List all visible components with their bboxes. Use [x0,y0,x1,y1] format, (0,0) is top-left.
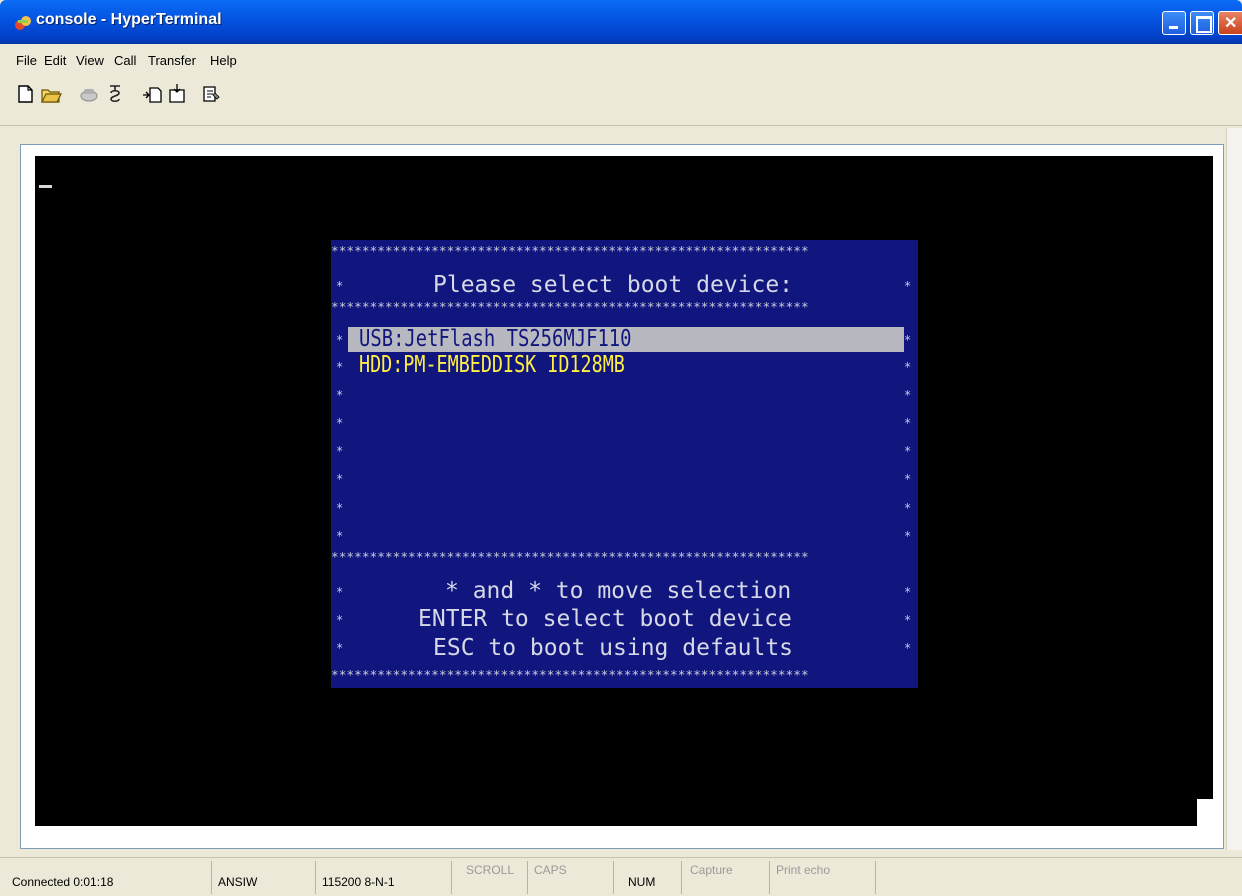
menu-side-star: * [336,613,344,627]
close-icon: ✕ [1224,15,1238,32]
menu-side-star: * [336,585,344,599]
menu-side-star: * [904,529,912,543]
menu-bar: File Edit View Call Transfer Help [0,44,1242,74]
menu-transfer[interactable]: Transfer [148,53,196,68]
menu-side-star: * [904,641,912,655]
toolbar [0,74,1242,126]
help-move-selection: * and * to move selection [445,578,792,604]
menu-side-star: * [904,501,912,515]
menu-side-star: * [904,472,912,486]
menu-side-star: * [904,416,912,430]
status-connected: Connected 0:01:18 [12,861,212,894]
menu-side-star: * [336,388,344,402]
boot-menu-title: Please select boot device: [433,272,794,298]
menu-side-star: * [336,641,344,655]
menu-side-star: * [336,472,344,486]
help-esc-defaults: ESC to boot using defaults [433,635,794,661]
receive-icon[interactable] [166,83,188,105]
vertical-scrollbar[interactable] [1226,128,1242,850]
menu-side-star: * [904,585,912,599]
status-num: NUM [628,861,682,894]
menu-help[interactable]: Help [210,53,237,68]
menu-call[interactable]: Call [114,53,136,68]
terminal-corner [1197,799,1215,826]
status-port-settings: 115200 8-N-1 [322,861,452,894]
title-bar: console - HyperTerminal ✕ [0,0,1242,44]
menu-side-star: * [336,529,344,543]
maximize-button[interactable] [1190,11,1214,35]
minimize-button[interactable] [1162,11,1186,35]
menu-border-header: ****************************************… [331,302,809,314]
status-emulation: ANSIW [218,861,316,894]
help-enter-select: ENTER to select boot device [418,606,792,632]
call-icon[interactable] [78,83,100,105]
menu-side-star: * [904,360,912,374]
boot-device-menu: ****************************************… [331,240,918,688]
menu-side-star: * [336,416,344,430]
hyperterminal-icon [15,16,31,30]
status-scroll: SCROLL [466,861,528,894]
menu-side-star: * [336,333,344,347]
menu-side-star: * [904,388,912,402]
boot-option-hdd[interactable]: HDD:PM-EMBEDDISK ID128MB [359,352,625,378]
menu-side-star: * [904,613,912,627]
menu-side-star: * [336,360,344,374]
menu-side-star: * [336,279,344,293]
menu-side-star: * [904,279,912,293]
status-bar: Connected 0:01:18 ANSIW 115200 8-N-1 SCR… [0,857,1242,896]
disconnect-icon[interactable] [104,83,126,105]
send-icon[interactable] [142,83,164,105]
menu-view[interactable]: View [76,53,104,68]
menu-side-star: * [904,444,912,458]
boot-option-usb[interactable]: USB:JetFlash TS256MJF110 [359,326,632,352]
menu-side-star: * [336,444,344,458]
text-cursor [39,185,52,188]
close-button[interactable]: ✕ [1218,11,1242,35]
menu-border-bottom: ****************************************… [331,670,809,682]
menu-edit[interactable]: Edit [44,53,66,68]
status-print-echo: Print echo [776,861,876,894]
window-title: console - HyperTerminal [36,11,222,28]
open-icon[interactable] [40,83,62,105]
menu-file[interactable]: File [16,53,37,68]
menu-border-top: ****************************************… [331,246,809,258]
menu-side-star: * [336,501,344,515]
status-caps: CAPS [534,861,614,894]
menu-side-star: * [904,333,912,347]
properties-icon[interactable] [200,83,222,105]
menu-border-footer: ****************************************… [331,552,809,564]
new-icon[interactable] [14,83,36,105]
status-capture: Capture [690,861,770,894]
